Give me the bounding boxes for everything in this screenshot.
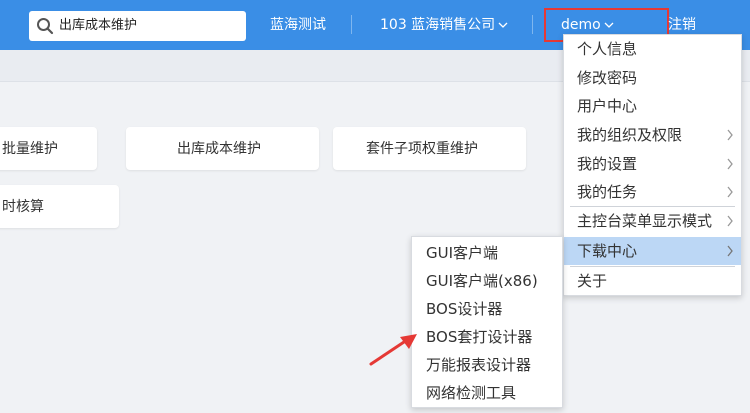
search-input[interactable]: 出库成本维护 (59, 18, 137, 34)
menu-item-label: GUI客户端(x86) (426, 272, 538, 290)
search-box[interactable]: 出库成本维护 (29, 11, 246, 41)
menu-item-my-tasks[interactable]: 我的任务 (564, 178, 741, 206)
function-card[interactable]: 套件子项权重维护 (333, 127, 526, 170)
menu-item-user-center[interactable]: 用户中心 (564, 92, 741, 120)
function-card[interactable]: 批量维护 (0, 127, 97, 170)
menu-item-report-designer[interactable]: 万能报表设计器 (412, 351, 562, 379)
menu-item-label: 我的设置 (577, 155, 638, 173)
menu-item-my-settings[interactable]: 我的设置 (564, 150, 741, 178)
menu-item-network-test-tool[interactable]: 网络检测工具 (412, 379, 562, 407)
menu-item-label: 下载中心 (577, 242, 638, 260)
menu-item-label: 网络检测工具 (426, 384, 517, 402)
chevron-right-icon (727, 186, 733, 198)
card-label: 批量维护 (2, 141, 58, 157)
environment-name[interactable]: 蓝海测试 (270, 16, 326, 34)
menu-item-label: 主控台菜单显示模式 (577, 212, 713, 230)
menu-item-about[interactable]: 关于 (564, 267, 741, 295)
user-dropdown-menu: 个人信息 修改密码 用户中心 我的组织及权限 我的设置 我的任务 主控台菜单显示… (563, 34, 742, 296)
card-label: 套件子项权重维护 (366, 141, 478, 157)
divider (532, 15, 533, 34)
download-center-submenu: GUI客户端 GUI客户端(x86) BOS设计器 BOS套打设计器 万能报表设… (411, 236, 563, 408)
card-label: 时核算 (2, 199, 44, 215)
menu-item-label: 用户中心 (577, 97, 638, 115)
menu-item-label: 万能报表设计器 (426, 356, 532, 374)
chevron-right-icon (727, 245, 733, 257)
menu-item-label: 个人信息 (577, 40, 638, 58)
function-card[interactable]: 出库成本维护 (126, 127, 319, 170)
menu-item-gui-client-x86[interactable]: GUI客户端(x86) (412, 267, 562, 295)
chevron-right-icon (727, 158, 733, 170)
menu-item-bos-designer[interactable]: BOS设计器 (412, 295, 562, 323)
menu-item-label: 修改密码 (577, 69, 638, 87)
menu-item-label: 我的组织及权限 (577, 126, 683, 144)
organization-selector[interactable]: 103 蓝海销售公司 (380, 16, 508, 34)
menu-item-label: 关于 (577, 272, 608, 290)
menu-item-org-permissions[interactable]: 我的组织及权限 (564, 121, 741, 149)
arrow-annotation-icon (369, 334, 417, 366)
chevron-right-icon (727, 215, 733, 227)
menu-item-label: BOS设计器 (426, 300, 503, 318)
menu-item-console-display-mode[interactable]: 主控台菜单显示模式 (564, 207, 741, 236)
menu-item-download-center[interactable]: 下载中心 (564, 237, 741, 265)
card-label: 出库成本维护 (177, 141, 261, 157)
search-icon (37, 18, 54, 35)
chevron-right-icon (727, 129, 733, 141)
menu-item-label: BOS套打设计器 (426, 328, 533, 346)
menu-item-change-password[interactable]: 修改密码 (564, 64, 741, 92)
chevron-down-icon (498, 22, 508, 28)
organization-label: 103 蓝海销售公司 (380, 17, 496, 33)
logout-link[interactable]: 注销 (668, 16, 696, 34)
menu-item-label: GUI客户端 (426, 244, 499, 262)
menu-item-bos-print-designer[interactable]: BOS套打设计器 (412, 323, 562, 351)
function-card[interactable]: 时核算 (0, 185, 119, 228)
menu-item-personal-info[interactable]: 个人信息 (564, 35, 741, 64)
menu-item-label: 我的任务 (577, 183, 638, 201)
divider (351, 15, 352, 34)
menu-item-gui-client[interactable]: GUI客户端 (412, 239, 562, 267)
